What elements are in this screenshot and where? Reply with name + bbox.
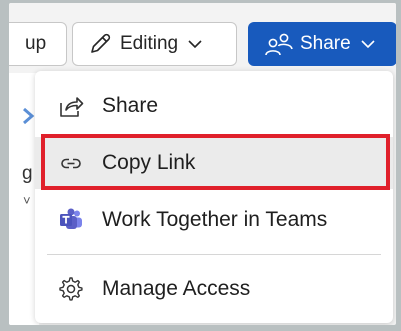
ribbon-partial-chevron: ˅ bbox=[23, 193, 31, 208]
group-button-label: up bbox=[25, 33, 47, 54]
teams-icon bbox=[60, 208, 82, 229]
group-button[interactable]: up bbox=[9, 22, 67, 66]
share-button[interactable]: Share bbox=[248, 22, 396, 66]
pencil-icon bbox=[91, 33, 111, 53]
highlight-annotation bbox=[41, 134, 390, 190]
share-arrow-icon bbox=[60, 97, 84, 117]
chevron-down-icon bbox=[361, 40, 375, 49]
editing-mode-label: Editing bbox=[120, 33, 179, 54]
menu-item-share[interactable]: Share bbox=[35, 80, 393, 132]
menu-item-label: Share bbox=[102, 94, 159, 117]
menu-item-manage-access[interactable]: Manage Access bbox=[35, 263, 393, 315]
app-window: g ˅ up Editing Share Share Copy Link Wor… bbox=[9, 3, 396, 325]
share-button-label: Share bbox=[300, 33, 351, 54]
gear-icon bbox=[59, 277, 83, 301]
menu-item-label: Work Together in Teams bbox=[102, 208, 328, 231]
menu-divider bbox=[47, 254, 381, 255]
chevron-down-icon bbox=[188, 40, 202, 49]
menu-item-label: Manage Access bbox=[102, 277, 251, 300]
ribbon-partial-text: g bbox=[22, 163, 33, 184]
people-icon bbox=[265, 33, 293, 56]
screenshot-frame: g ˅ up Editing Share Share Copy Link Wor… bbox=[0, 0, 401, 331]
editing-mode-button[interactable]: Editing bbox=[72, 22, 237, 66]
menu-item-teams[interactable]: Work Together in Teams bbox=[35, 194, 393, 246]
share-dropdown-menu: Share Copy Link Work Together in Teams M… bbox=[35, 71, 393, 323]
ribbon-partial-icon bbox=[23, 107, 35, 125]
